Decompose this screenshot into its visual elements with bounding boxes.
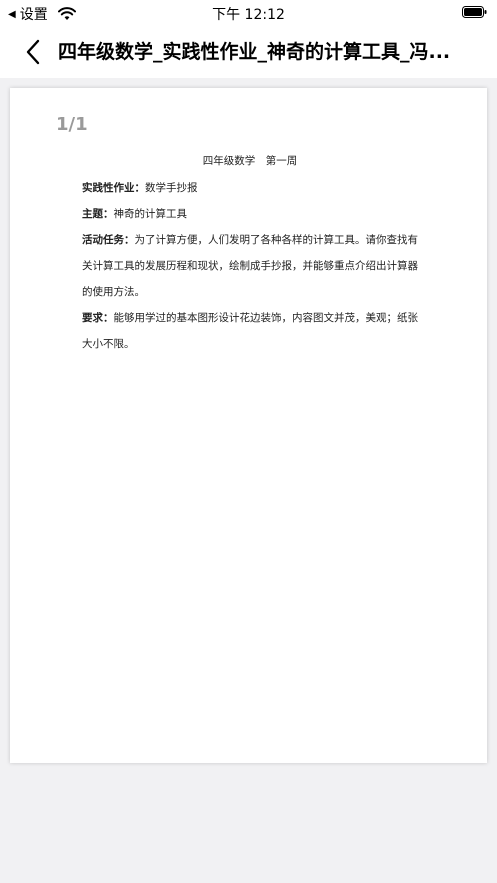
status-bar: ◀ 设置 下午 12:12 [0, 0, 497, 26]
navigation-bar: 四年级数学_实践性作业_神奇的计算工具_冯... [0, 26, 497, 78]
document-viewer[interactable]: 1/1 四年级数学 第一周 实践性作业：数学手抄报 主题：神奇的计算工具 活动任… [0, 78, 497, 883]
document-content: 四年级数学 第一周 实践性作业：数学手抄报 主题：神奇的计算工具 活动任务：为了… [82, 148, 418, 357]
document-heading: 四年级数学 第一周 [202, 155, 298, 167]
document-item: 活动任务：为了计算方便，人们发明了各种各样的计算工具。请你查找有关计算工具的发展… [82, 227, 418, 305]
document-item: 实践性作业：数学手抄报 [82, 175, 418, 201]
item-label: 要求： [82, 312, 114, 324]
back-button[interactable] [18, 36, 48, 68]
item-label: 活动任务： [82, 234, 135, 246]
chevron-left-icon [26, 39, 40, 65]
page-indicator: 1/1 [56, 114, 88, 135]
item-text: 能够用学过的基本图形设计花边装饰，内容图文并茂，美观；纸张大小不限。 [82, 312, 418, 350]
document-page[interactable]: 1/1 四年级数学 第一周 实践性作业：数学手抄报 主题：神奇的计算工具 活动任… [10, 88, 487, 763]
item-text: 神奇的计算工具 [113, 208, 188, 220]
item-label: 主题： [82, 208, 114, 220]
document-title: 四年级数学_实践性作业_神奇的计算工具_冯... [58, 41, 451, 63]
document-item: 主题：神奇的计算工具 [82, 201, 418, 227]
item-text: 数学手抄报 [145, 182, 198, 194]
document-item: 要求：能够用学过的基本图形设计花边装饰，内容图文并茂，美观；纸张大小不限。 [82, 305, 418, 357]
battery-icon [462, 6, 487, 18]
status-time: 下午 12:12 [212, 7, 285, 23]
item-label: 实践性作业： [82, 182, 145, 194]
